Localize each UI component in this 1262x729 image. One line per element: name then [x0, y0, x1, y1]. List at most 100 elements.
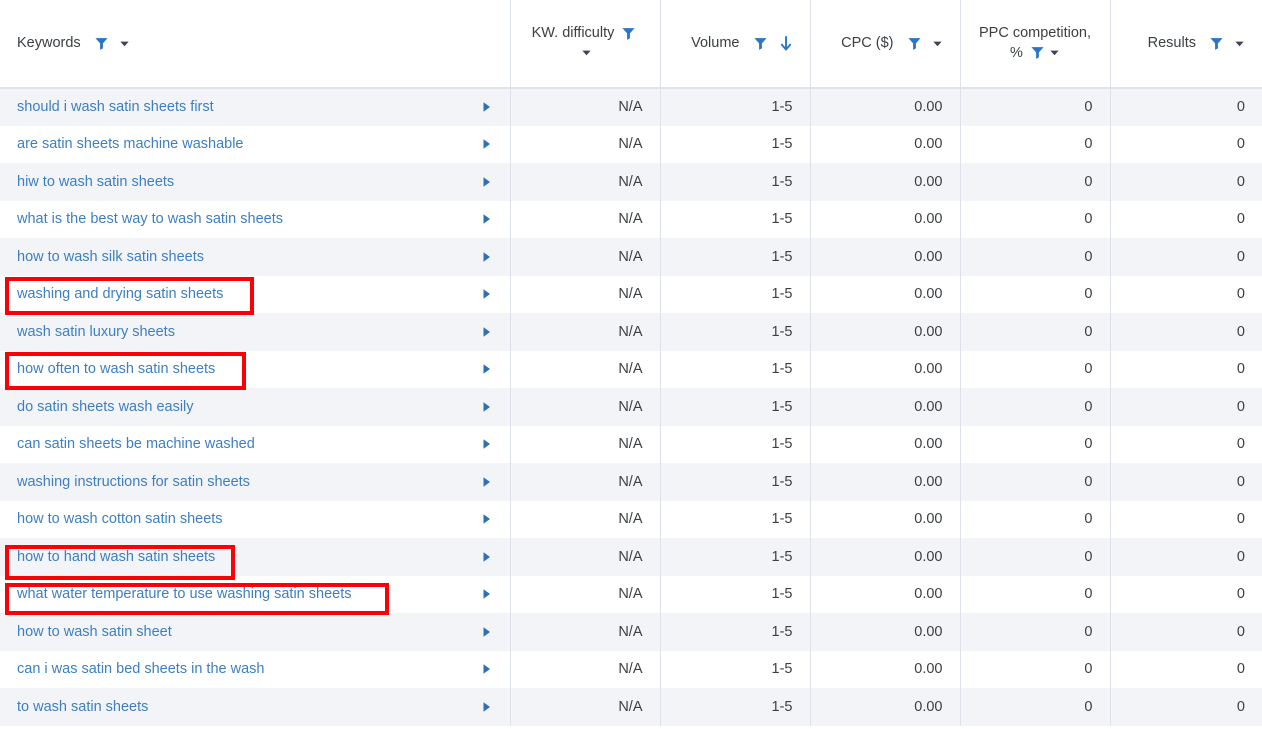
filter-funnel-icon[interactable] — [1209, 36, 1224, 51]
sort-descending-icon[interactable] — [779, 36, 793, 52]
table-row[interactable]: to wash satin sheetsN/A1-50.0000 — [0, 688, 1262, 726]
keyword-link[interactable]: how often to wash satin sheets — [17, 361, 215, 377]
keyword-link[interactable]: how to wash silk satin sheets — [17, 249, 204, 265]
table-row[interactable]: how to hand wash satin sheetsN/A1-50.000… — [0, 538, 1262, 576]
expand-triangle-right-icon[interactable] — [482, 551, 492, 563]
cpc-cell: 0.00 — [810, 163, 960, 201]
cpc-cell: 0.00 — [810, 313, 960, 351]
keyword-link[interactable]: do satin sheets wash easily — [17, 399, 194, 415]
expand-triangle-right-icon[interactable] — [482, 626, 492, 638]
table-row[interactable]: how often to wash satin sheetsN/A1-50.00… — [0, 351, 1262, 389]
filter-funnel-icon[interactable] — [907, 36, 922, 51]
table-row[interactable]: how to wash satin sheetN/A1-50.0000 — [0, 613, 1262, 651]
results-cell: 0 — [1110, 613, 1262, 651]
expand-triangle-right-icon[interactable] — [482, 476, 492, 488]
keyword-cell: how to hand wash satin sheets — [0, 538, 510, 576]
expand-triangle-right-icon[interactable] — [482, 176, 492, 188]
chevron-down-icon[interactable] — [1049, 47, 1060, 58]
keyword-link[interactable]: washing instructions for satin sheets — [17, 474, 250, 490]
keyword-cell: should i wash satin sheets first — [0, 88, 510, 126]
keyword-link[interactable]: should i wash satin sheets first — [17, 99, 214, 115]
kw-difficulty-cell: N/A — [510, 538, 660, 576]
keyword-link[interactable]: what is the best way to wash satin sheet… — [17, 211, 283, 227]
expand-triangle-right-icon[interactable] — [482, 101, 492, 113]
cpc-cell: 0.00 — [810, 651, 960, 689]
table-row[interactable]: can satin sheets be machine washedN/A1-5… — [0, 426, 1262, 464]
keyword-cell: what water temperature to use washing sa… — [0, 576, 510, 614]
table-row[interactable]: hiw to wash satin sheetsN/A1-50.0000 — [0, 163, 1262, 201]
table-row[interactable]: washing and drying satin sheetsN/A1-50.0… — [0, 276, 1262, 314]
results-cell: 0 — [1110, 426, 1262, 464]
ppc-competition-cell: 0 — [960, 351, 1110, 389]
keyword-link[interactable]: wash satin luxury sheets — [17, 324, 175, 340]
column-header-cpc[interactable]: CPC ($) — [810, 0, 960, 88]
table-row[interactable]: what water temperature to use washing sa… — [0, 576, 1262, 614]
cpc-cell: 0.00 — [810, 688, 960, 726]
expand-triangle-right-icon[interactable] — [482, 213, 492, 225]
keyword-link[interactable]: how to hand wash satin sheets — [17, 549, 215, 565]
expand-triangle-right-icon[interactable] — [482, 588, 492, 600]
column-header-results[interactable]: Results — [1110, 0, 1262, 88]
chevron-down-icon[interactable] — [1234, 38, 1245, 49]
results-cell: 0 — [1110, 276, 1262, 314]
expand-triangle-right-icon[interactable] — [482, 438, 492, 450]
cpc-cell: 0.00 — [810, 88, 960, 126]
cpc-cell: 0.00 — [810, 613, 960, 651]
cpc-cell: 0.00 — [810, 426, 960, 464]
column-header-ppc-competition[interactable]: PPC competition, % — [960, 0, 1110, 88]
keyword-link[interactable]: can satin sheets be machine washed — [17, 436, 255, 452]
ppc-competition-cell: 0 — [960, 501, 1110, 539]
keyword-link[interactable]: hiw to wash satin sheets — [17, 174, 174, 190]
expand-triangle-right-icon[interactable] — [482, 363, 492, 375]
column-header-kw-difficulty[interactable]: KW. difficulty — [510, 0, 660, 88]
table-row[interactable]: how to wash silk satin sheetsN/A1-50.000… — [0, 238, 1262, 276]
table-row[interactable]: are satin sheets machine washableN/A1-50… — [0, 126, 1262, 164]
chevron-down-icon[interactable] — [119, 38, 130, 49]
keyword-link[interactable]: how to wash satin sheet — [17, 624, 172, 640]
results-cell: 0 — [1110, 463, 1262, 501]
keyword-cell: washing and drying satin sheets — [0, 276, 510, 314]
filter-funnel-icon[interactable] — [1030, 45, 1045, 60]
volume-cell: 1-5 — [660, 163, 810, 201]
expand-triangle-right-icon[interactable] — [482, 401, 492, 413]
column-header-volume[interactable]: Volume — [660, 0, 810, 88]
table-row[interactable]: can i was satin bed sheets in the washN/… — [0, 651, 1262, 689]
keyword-cell: are satin sheets machine washable — [0, 126, 510, 164]
table-row[interactable]: how to wash cotton satin sheetsN/A1-50.0… — [0, 501, 1262, 539]
chevron-down-icon[interactable] — [932, 38, 943, 49]
expand-triangle-right-icon[interactable] — [482, 288, 492, 300]
table-row[interactable]: what is the best way to wash satin sheet… — [0, 201, 1262, 239]
expand-triangle-right-icon[interactable] — [482, 513, 492, 525]
results-cell: 0 — [1110, 163, 1262, 201]
keyword-link[interactable]: are satin sheets machine washable — [17, 136, 244, 152]
cpc-cell: 0.00 — [810, 501, 960, 539]
expand-triangle-right-icon[interactable] — [482, 326, 492, 338]
keyword-link[interactable]: can i was satin bed sheets in the wash — [17, 661, 264, 677]
table-row[interactable]: wash satin luxury sheetsN/A1-50.0000 — [0, 313, 1262, 351]
filter-funnel-icon[interactable] — [753, 36, 768, 51]
keyword-cell: hiw to wash satin sheets — [0, 163, 510, 201]
table-row[interactable]: washing instructions for satin sheetsN/A… — [0, 463, 1262, 501]
keyword-link[interactable]: how to wash cotton satin sheets — [17, 511, 223, 527]
expand-triangle-right-icon[interactable] — [482, 701, 492, 713]
volume-cell: 1-5 — [660, 126, 810, 164]
column-header-keywords-label: Keywords — [17, 34, 81, 54]
expand-triangle-right-icon[interactable] — [482, 251, 492, 263]
expand-triangle-right-icon[interactable] — [482, 138, 492, 150]
filter-funnel-icon[interactable] — [94, 36, 109, 51]
kw-difficulty-cell: N/A — [510, 201, 660, 239]
keyword-link[interactable]: to wash satin sheets — [17, 699, 148, 715]
chevron-down-icon[interactable] — [581, 47, 592, 58]
keyword-link[interactable]: washing and drying satin sheets — [17, 286, 223, 302]
column-header-keywords[interactable]: Keywords — [0, 0, 510, 88]
keyword-link[interactable]: what water temperature to use washing sa… — [17, 586, 351, 602]
volume-cell: 1-5 — [660, 688, 810, 726]
table-row[interactable]: should i wash satin sheets firstN/A1-50.… — [0, 88, 1262, 126]
keyword-cell: washing instructions for satin sheets — [0, 463, 510, 501]
filter-funnel-icon[interactable] — [621, 26, 636, 41]
results-cell: 0 — [1110, 313, 1262, 351]
cpc-cell: 0.00 — [810, 201, 960, 239]
cpc-cell: 0.00 — [810, 351, 960, 389]
expand-triangle-right-icon[interactable] — [482, 663, 492, 675]
table-row[interactable]: do satin sheets wash easilyN/A1-50.0000 — [0, 388, 1262, 426]
